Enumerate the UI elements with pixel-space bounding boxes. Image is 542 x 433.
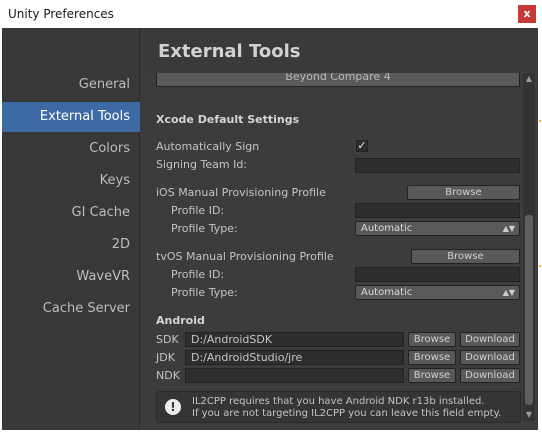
jdk-label: JDK	[156, 351, 175, 364]
auto-sign-label: Automatically Sign	[156, 140, 260, 153]
jdk-browse-button[interactable]: Browse	[408, 350, 456, 365]
ios-profile-type-dropdown[interactable]: Automatic ▲▼	[355, 221, 520, 236]
il2cpp-info-box: ! IL2CPP requires that you have Android …	[156, 391, 521, 423]
ndk-download-button[interactable]: Download	[460, 368, 520, 383]
ios-profile-id-label: Profile ID:	[171, 204, 225, 217]
window-title: Unity Preferences	[8, 7, 114, 21]
tvos-browse-button[interactable]: Browse	[411, 249, 520, 264]
info-text-line-2: If you are not targeting IL2CPP you can …	[192, 408, 502, 419]
checkmark-icon: ✓	[357, 139, 367, 152]
team-id-input[interactable]	[355, 158, 520, 173]
sidebar-item-external-tools[interactable]: External Tools	[2, 102, 140, 132]
external-script-editor-field[interactable]: Beyond Compare 4	[156, 73, 520, 87]
jdk-path-input[interactable]: D:/AndroidStudio/jre	[185, 350, 404, 365]
content-scrollbar[interactable]: ▲ ▼	[523, 73, 535, 421]
info-icon: !	[165, 399, 181, 415]
sdk-browse-button[interactable]: Browse	[408, 332, 456, 347]
sdk-label: SDK	[156, 333, 179, 346]
header: External Tools	[141, 28, 538, 70]
sdk-path-input[interactable]: D:/AndroidSDK	[185, 332, 404, 347]
ios-profile-label: iOS Manual Provisioning Profile	[156, 186, 326, 199]
edge-marker	[539, 265, 541, 267]
tvos-profile-id-label: Profile ID:	[171, 268, 225, 281]
page-title: External Tools	[158, 41, 301, 62]
title-bar: Unity Preferences x	[0, 0, 542, 28]
close-icon: x	[523, 7, 531, 20]
tvos-profile-label: tvOS Manual Provisioning Profile	[156, 250, 334, 263]
tvos-profile-type-dropdown[interactable]: Automatic ▲▼	[355, 285, 520, 300]
team-id-label: Signing Team Id:	[156, 158, 248, 171]
sidebar-item-2d[interactable]: 2D	[2, 230, 140, 260]
ndk-label: NDK	[156, 369, 180, 382]
sidebar: General External Tools Colors Keys GI Ca…	[2, 28, 140, 430]
tvos-profile-type-label: Profile Type:	[171, 286, 238, 299]
scroll-down-icon[interactable]: ▼	[523, 409, 535, 421]
close-button[interactable]: x	[518, 5, 536, 23]
ndk-path-input[interactable]	[185, 368, 404, 383]
sidebar-item-keys[interactable]: Keys	[2, 166, 140, 196]
ndk-browse-button[interactable]: Browse	[408, 368, 456, 383]
window-edge	[538, 28, 542, 430]
scroll-thumb[interactable]	[525, 215, 533, 405]
ios-profile-type-label: Profile Type:	[171, 222, 238, 235]
edge-marker	[539, 120, 541, 122]
sidebar-item-cache-server[interactable]: Cache Server	[2, 294, 140, 324]
info-text-line-1: IL2CPP requires that you have Android ND…	[192, 396, 485, 407]
ios-profile-id-input[interactable]	[355, 203, 520, 218]
tvos-profile-id-input[interactable]	[355, 267, 520, 282]
auto-sign-checkbox[interactable]: ✓	[356, 140, 368, 152]
partial-field-value: Beyond Compare 4	[285, 73, 391, 83]
ios-profile-type-value: Automatic	[361, 223, 413, 234]
dropdown-caret-icon: ▲▼	[502, 288, 515, 297]
android-section-heading: Android	[156, 314, 205, 327]
xcode-section-heading: Xcode Default Settings	[156, 113, 300, 126]
sidebar-item-gi-cache[interactable]: GI Cache	[2, 198, 140, 228]
scroll-up-icon[interactable]: ▲	[523, 73, 535, 85]
sdk-download-button[interactable]: Download	[460, 332, 520, 347]
sidebar-item-colors[interactable]: Colors	[2, 134, 140, 164]
ios-browse-button[interactable]: Browse	[407, 185, 520, 200]
tvos-profile-type-value: Automatic	[361, 287, 413, 298]
jdk-download-button[interactable]: Download	[460, 350, 520, 365]
dropdown-caret-icon: ▲▼	[502, 224, 515, 233]
sidebar-item-general[interactable]: General	[2, 70, 140, 100]
sidebar-item-wavevr[interactable]: WaveVR	[2, 262, 140, 292]
